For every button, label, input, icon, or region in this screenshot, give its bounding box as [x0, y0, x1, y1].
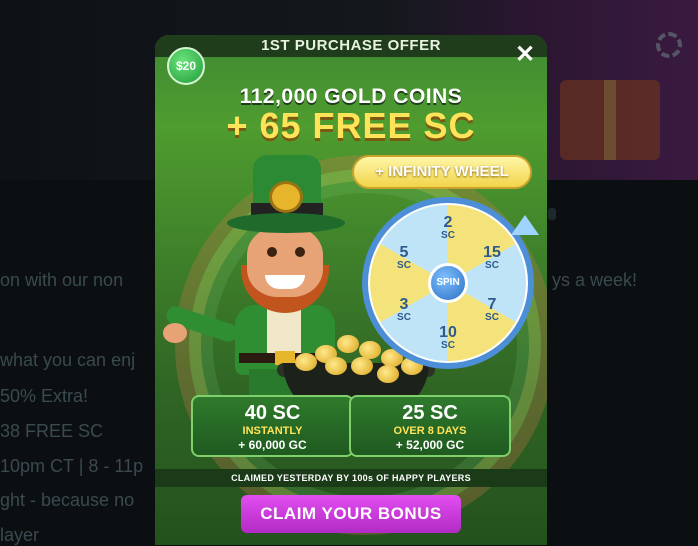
leprechaun-eye: [267, 247, 277, 257]
wheel-segment: 15 SC: [472, 245, 512, 271]
offer-card-daily: 25 SC OVER 8 DAYS + 52,000 GC: [349, 395, 511, 457]
spin-button[interactable]: SPIN: [428, 263, 468, 303]
gold-coin-icon: [325, 357, 347, 375]
leprechaun-hand: [163, 323, 187, 343]
infinity-wheel-badge: + INFINITY WHEEL: [352, 155, 532, 189]
wheel-segment-value: 2: [443, 214, 453, 231]
background-text-line: on with our non: [0, 270, 124, 290]
background-text-line: layer: [0, 525, 40, 545]
wheel-segment-value: 7: [487, 296, 497, 313]
hat-brim: [227, 213, 345, 233]
background-text-line: ght - because no: [0, 490, 135, 510]
wheel-segment-value: 10: [439, 324, 457, 341]
offer-card-amount: 25 SC: [402, 402, 458, 424]
wheel-segment-unit: SC: [485, 260, 499, 271]
offer-card-gc: + 52,000 GC: [395, 438, 465, 452]
offer-card-instant: 40 SC INSTANTLY + 60,000 GC: [191, 395, 354, 457]
close-icon[interactable]: ✕: [513, 43, 537, 67]
offer-card-gc: + 60,000 GC: [238, 438, 307, 452]
wheel-segment-unit: SC: [441, 340, 455, 351]
wheel-segment: 3 SC: [384, 297, 424, 323]
wheel-segment-value: 3: [399, 296, 409, 313]
modal-title: 1ST PURCHASE OFFER: [261, 37, 441, 54]
wheel-segment-value: 5: [399, 244, 409, 261]
modal-header: 1ST PURCHASE OFFER: [155, 35, 547, 57]
background-text-line: what you can enj: [0, 350, 136, 370]
gold-coin-icon: [337, 335, 359, 353]
wheel-segment: 7 SC: [472, 297, 512, 323]
wheel-segment-value: 15: [483, 244, 501, 261]
offer-card-timing: OVER 8 DAYS: [393, 425, 467, 437]
price-badge: $20: [167, 47, 205, 85]
gear-icon: [656, 32, 682, 58]
wheel-segment-unit: SC: [397, 260, 411, 271]
leprechaun-eye: [295, 247, 305, 257]
purchase-offer-modal: 1ST PURCHASE OFFER ✕ $20 112,000 GOLD CO…: [155, 35, 547, 545]
wheel-segment: 5 SC: [384, 245, 424, 271]
leprechaun-shirt: [267, 307, 301, 353]
wheel-segment: 10 SC: [428, 325, 468, 351]
background-text-line: ys a week!: [552, 270, 638, 290]
background-text-line: 50% Extra!: [0, 386, 89, 406]
wheel-pointer-icon: [511, 215, 539, 235]
headline-free-sc: + 65 FREE SC: [226, 105, 476, 146]
gold-coin-icon: [295, 353, 317, 371]
background-dot: [548, 208, 556, 220]
wheel-segment-unit: SC: [485, 312, 499, 323]
background-text-line: 38 FREE SC: [0, 421, 104, 441]
offer-card-timing: INSTANTLY: [242, 425, 303, 437]
social-proof-banner: CLAIMED YESTERDAY BY 100s OF HAPPY PLAYE…: [155, 469, 547, 487]
offer-card-amount: 40 SC: [244, 402, 301, 424]
background-text-line: 10pm CT | 8 - 11p: [0, 456, 144, 476]
hat-buckle: [269, 181, 303, 213]
claim-bonus-button[interactable]: CLAIM YOUR BONUS: [241, 495, 461, 533]
gift-box-image: [560, 80, 660, 160]
wheel-segment-unit: SC: [441, 230, 455, 241]
wheel-segment: 2 SC: [428, 215, 468, 241]
wheel-segment-unit: SC: [397, 312, 411, 323]
